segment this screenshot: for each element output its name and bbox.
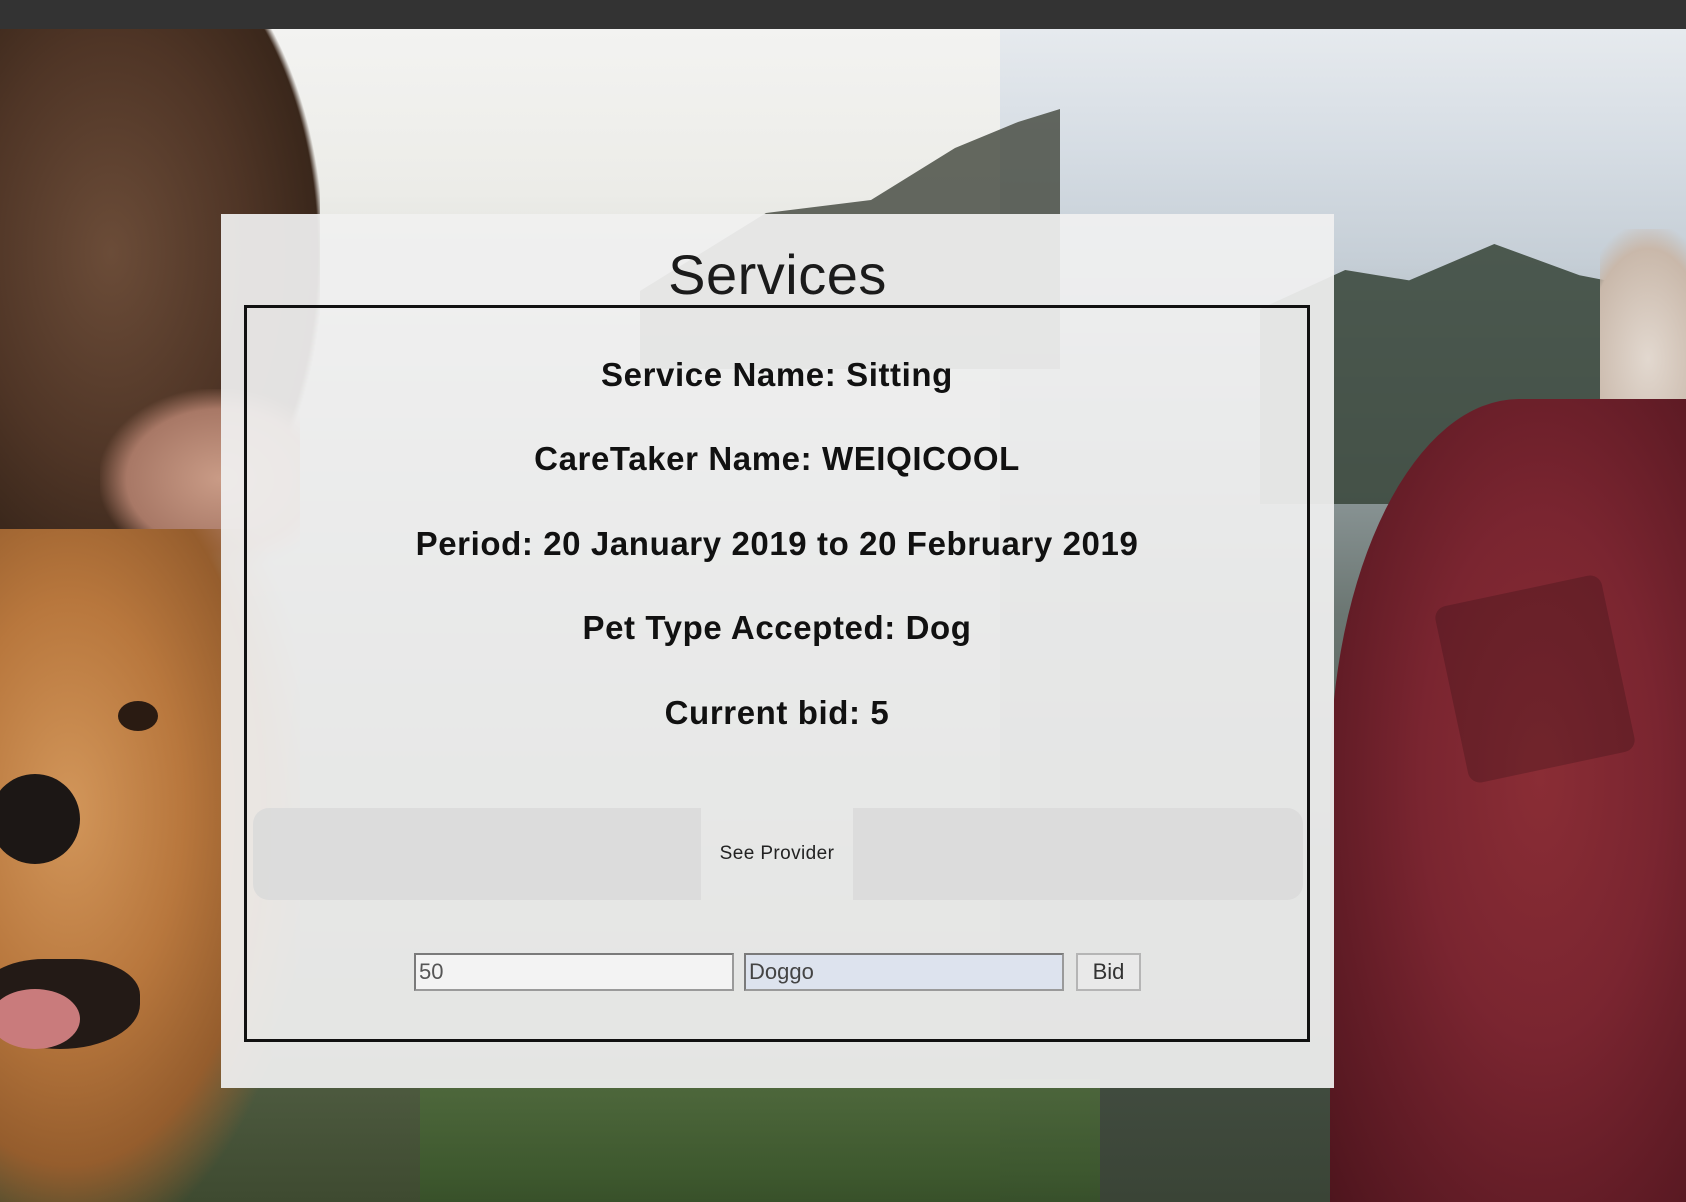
services-card: Services Service Name: Sitting CareTaker… xyxy=(221,214,1334,1088)
top-bar xyxy=(0,0,1686,29)
see-provider-button[interactable]: See Provider xyxy=(701,808,853,900)
bid-button[interactable]: Bid xyxy=(1076,953,1141,991)
current-bid: Current bid: 5 xyxy=(664,694,890,731)
see-provider-right-panel xyxy=(853,808,1303,900)
pet-name-input[interactable] xyxy=(744,953,1064,991)
service-period: Period: 20 January 2019 to 20 February 2… xyxy=(415,525,1139,562)
caretaker-name: CareTaker Name: WEIQICOOL xyxy=(534,440,1020,477)
pet-type-accepted: Pet Type Accepted: Dog xyxy=(582,609,972,646)
see-provider-left-panel xyxy=(253,808,701,900)
bid-form: Bid xyxy=(247,953,1307,995)
service-name: Service Name: Sitting xyxy=(601,356,953,393)
page-title: Services xyxy=(668,243,887,306)
see-provider-row: See Provider xyxy=(253,808,1303,900)
service-listing: Service Name: Sitting CareTaker Name: WE… xyxy=(244,305,1310,1042)
bid-amount-input[interactable] xyxy=(414,953,734,991)
page: Services Service Name: Sitting CareTaker… xyxy=(0,0,1686,1202)
